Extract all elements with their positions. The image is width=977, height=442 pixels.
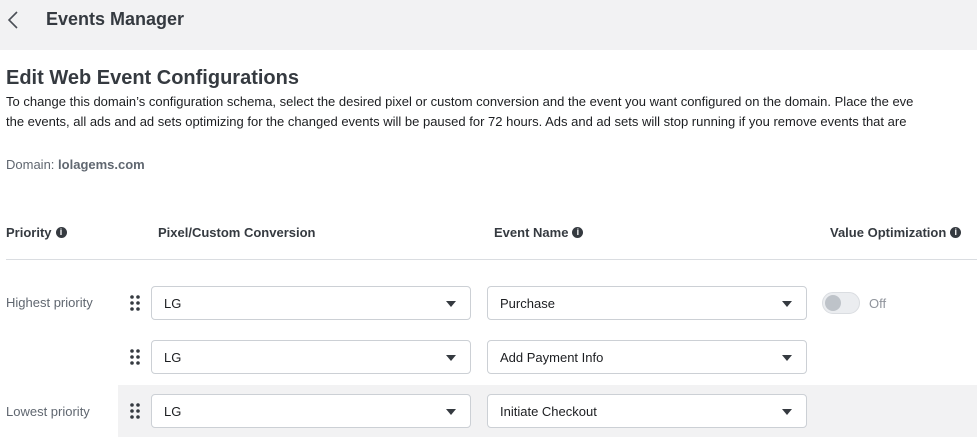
column-header-pixel: Pixel/Custom Conversion: [158, 225, 315, 240]
top-bar: Events Manager: [0, 0, 977, 50]
back-button[interactable]: [2, 8, 28, 34]
event-select-value: Purchase: [500, 296, 555, 311]
caret-down-icon: [782, 355, 792, 361]
header-divider: [6, 259, 977, 260]
pixel-select-value: LG: [164, 350, 182, 365]
domain-info: Domain: lolagems.com: [6, 157, 145, 172]
description-line-1: To change this domain’s configuration sc…: [6, 94, 914, 109]
priority-label-highest: Highest priority: [6, 295, 93, 310]
toggle-knob: [825, 295, 841, 311]
column-header-priority: Priority i: [6, 225, 67, 240]
caret-down-icon: [782, 301, 792, 307]
page-title: Edit Web Event Configurations: [6, 67, 299, 89]
pixel-select[interactable]: LG: [151, 394, 471, 428]
pixel-select-value: LG: [164, 404, 182, 419]
caret-down-icon: [446, 409, 456, 415]
domain-label: Domain:: [6, 157, 55, 172]
chevron-left-icon: [7, 11, 18, 29]
value-optimization-status: Off: [869, 296, 887, 311]
priority-label-lowest: Lowest priority: [6, 404, 90, 419]
caret-down-icon: [782, 409, 792, 415]
drag-handle-icon[interactable]: [129, 348, 141, 366]
caret-down-icon: [446, 301, 456, 307]
column-header-pixel-label: Pixel/Custom Conversion: [158, 225, 316, 240]
info-icon[interactable]: i: [572, 227, 584, 238]
drag-handle-icon[interactable]: [129, 402, 141, 420]
event-select[interactable]: Add Payment Info: [487, 340, 807, 374]
column-header-event: Event Name i: [494, 225, 584, 240]
pixel-select[interactable]: LG: [151, 340, 471, 374]
event-select[interactable]: Purchase: [487, 286, 807, 320]
column-header-priority-label: Priority: [6, 225, 52, 240]
column-header-event-label: Event Name: [494, 225, 569, 240]
column-header-value-optimization-label: Value Optimization: [830, 225, 947, 240]
column-header-value-optimization: Value Optimization i: [830, 225, 962, 240]
drag-handle-icon[interactable]: [129, 294, 141, 312]
domain-value: lolagems.com: [58, 157, 145, 172]
event-select-value: Initiate Checkout: [500, 404, 597, 419]
info-icon[interactable]: i: [55, 227, 67, 238]
event-select-value: Add Payment Info: [500, 350, 604, 365]
app-title: Events Manager: [46, 9, 185, 29]
event-select[interactable]: Initiate Checkout: [487, 394, 807, 428]
description-line-2: the events, all ads and ad sets optimizi…: [6, 114, 907, 129]
pixel-select[interactable]: LG: [151, 286, 471, 320]
info-icon[interactable]: i: [950, 227, 962, 238]
value-optimization-toggle[interactable]: [822, 292, 860, 314]
caret-down-icon: [446, 355, 456, 361]
pixel-select-value: LG: [164, 296, 182, 311]
